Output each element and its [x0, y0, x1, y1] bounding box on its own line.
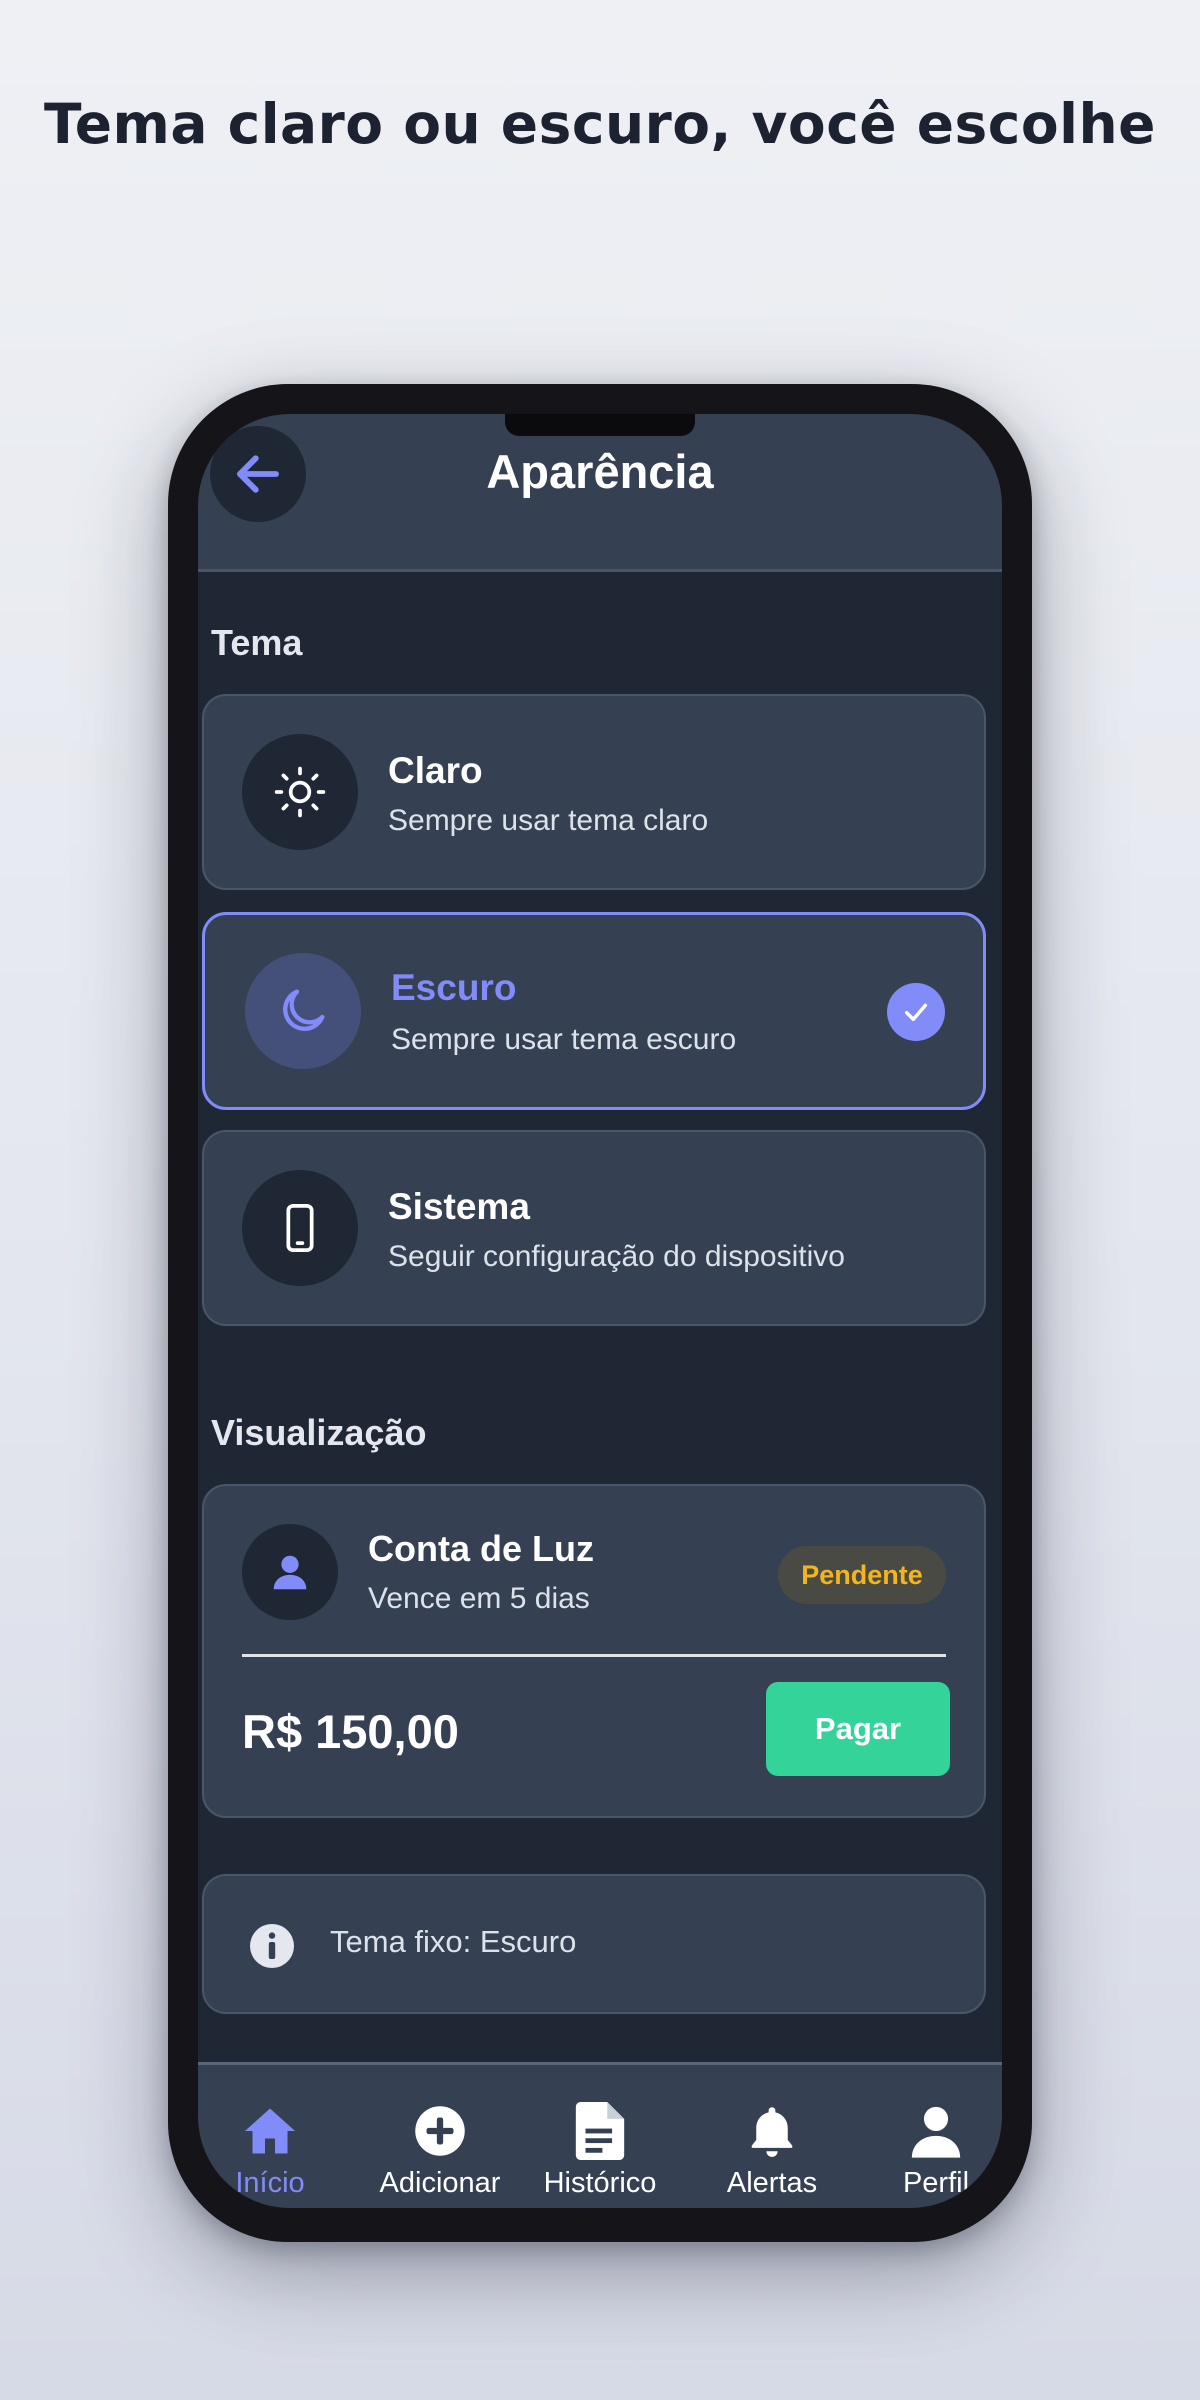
app-screen: Aparência Tema Claro Sempre usar tema cl… [198, 414, 1002, 2208]
theme-option-subtitle: Seguir configuração do dispositivo [388, 1240, 845, 1273]
theme-option-title: Escuro [391, 967, 517, 1008]
theme-option-title: Sistema [388, 1186, 530, 1227]
bill-avatar [242, 1524, 338, 1620]
tab-label: Alertas [726, 2167, 818, 2199]
section-label-tema: Tema [211, 622, 303, 663]
tab-inicio[interactable]: Início [198, 2065, 350, 2208]
pay-button[interactable]: Pagar [766, 1682, 950, 1776]
theme-option-claro[interactable]: Claro Sempre usar tema claro [202, 694, 986, 890]
smartphone-icon [286, 1203, 314, 1253]
section-label-visualizacao: Visualização [211, 1412, 427, 1453]
bill-divider [242, 1654, 946, 1657]
tab-label: Perfil [902, 2167, 970, 2199]
app-header: Aparência [198, 414, 1002, 572]
theme-icon-circle [242, 734, 358, 850]
sun-icon [274, 766, 326, 818]
moon-icon [283, 989, 325, 1031]
phone-notch [505, 414, 695, 436]
phone-frame: Aparência Tema Claro Sempre usar tema cl… [168, 384, 1032, 2242]
document-icon [575, 2102, 625, 2160]
plus-circle-icon [415, 2106, 465, 2156]
status-badge: Pendente [778, 1546, 946, 1604]
user-icon [273, 1555, 307, 1590]
tab-perfil[interactable]: Perfil [856, 2065, 1002, 2208]
promo-headline: Tema claro ou escuro, você escolhe [44, 92, 1156, 156]
theme-option-subtitle: Sempre usar tema escuro [391, 1023, 737, 1056]
bill-due-text: Vence em 5 dias [368, 1582, 590, 1615]
info-icon [250, 1924, 294, 1968]
theme-info-card: Tema fixo: Escuro [202, 1874, 986, 2014]
bill-amount: R$ 150,00 [242, 1705, 459, 1758]
tab-historico[interactable]: Histórico [520, 2065, 680, 2208]
theme-option-title: Claro [388, 750, 483, 791]
check-icon [904, 1003, 928, 1022]
theme-option-escuro[interactable]: Escuro Sempre usar tema escuro [202, 912, 986, 1110]
theme-icon-circle [245, 953, 361, 1069]
theme-icon-circle [242, 1170, 358, 1286]
user-icon [911, 2106, 961, 2158]
tab-label: Histórico [543, 2167, 657, 2199]
bill-title: Conta de Luz [368, 1528, 594, 1569]
tab-label: Início [235, 2167, 305, 2199]
bell-icon [751, 2107, 793, 2157]
bottom-tab-bar: Início Adicionar Histórico Alertas Perfi… [198, 2062, 1002, 2208]
theme-option-subtitle: Sempre usar tema claro [388, 804, 709, 837]
theme-option-sistema[interactable]: Sistema Seguir configuração do dispositi… [202, 1130, 986, 1326]
page-title: Aparência [486, 445, 714, 498]
selected-check-badge [887, 983, 945, 1041]
theme-info-text: Tema fixo: Escuro [330, 1924, 577, 1959]
tab-adicionar[interactable]: Adicionar [360, 2065, 520, 2208]
bill-preview-card: Conta de Luz Vence em 5 dias Pendente R$… [202, 1484, 986, 1818]
tab-label: Adicionar [379, 2167, 501, 2199]
tab-alertas[interactable]: Alertas [692, 2065, 852, 2208]
home-icon [245, 2108, 295, 2154]
